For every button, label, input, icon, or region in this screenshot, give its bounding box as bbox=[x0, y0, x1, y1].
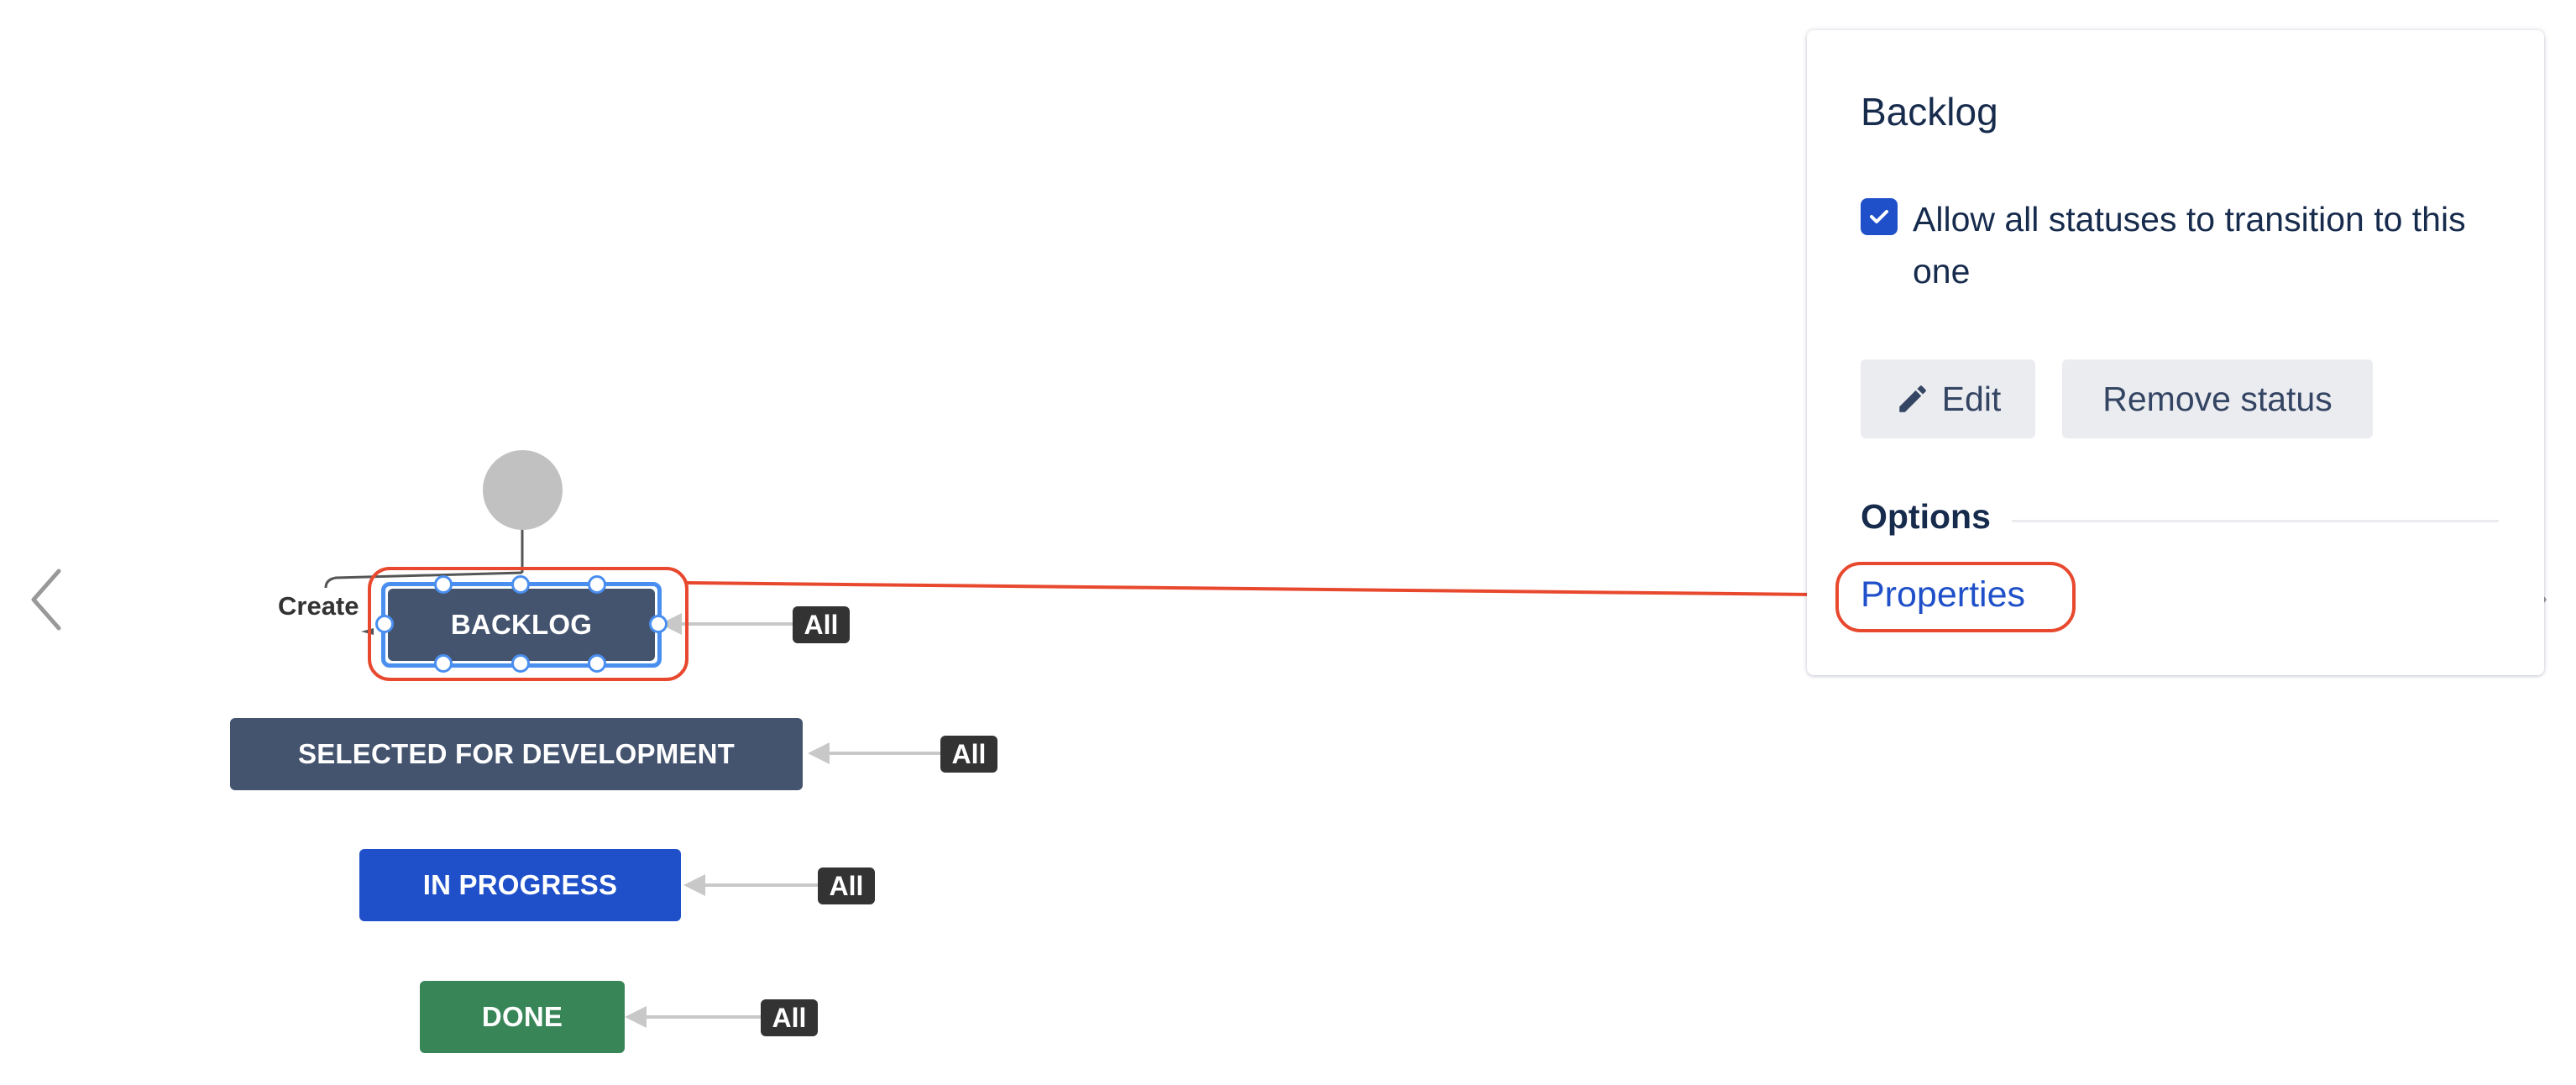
status-done[interactable]: DONE bbox=[420, 981, 625, 1053]
remove-status-button[interactable]: Remove status bbox=[2062, 359, 2373, 438]
remove-status-label: Remove status bbox=[2102, 379, 2333, 418]
edit-button[interactable]: Edit bbox=[1861, 359, 2035, 438]
all-arrow-sfd bbox=[808, 742, 830, 764]
checkmark-icon bbox=[1870, 210, 1888, 223]
badge-label: All bbox=[829, 870, 864, 901]
options-divider bbox=[2012, 520, 2499, 522]
status-backlog[interactable]: BACKLOG bbox=[388, 589, 655, 661]
create-transition-label[interactable]: Create bbox=[278, 591, 359, 621]
status-label: IN PROGRESS bbox=[422, 869, 618, 900]
resize-handle[interactable] bbox=[588, 575, 606, 594]
start-node[interactable] bbox=[483, 450, 563, 530]
pencil-icon bbox=[1898, 385, 1926, 412]
panel-title: Backlog bbox=[1861, 90, 1998, 134]
badge-label: All bbox=[951, 738, 987, 769]
status-in-progress[interactable]: IN PROGRESS bbox=[359, 849, 681, 921]
status-label: BACKLOG bbox=[450, 609, 593, 640]
all-transition-badge[interactable]: All bbox=[761, 999, 818, 1036]
status-label: DONE bbox=[481, 1001, 563, 1032]
badge-label: All bbox=[772, 1002, 807, 1033]
resize-handle[interactable] bbox=[511, 654, 530, 673]
badge-label: All bbox=[804, 609, 839, 640]
edit-button-label: Edit bbox=[1941, 379, 2002, 418]
allow-all-label[interactable]: Allow all statuses to transition to this… bbox=[1913, 193, 2500, 297]
all-transition-badge[interactable]: All bbox=[793, 606, 850, 643]
resize-handle[interactable] bbox=[511, 575, 530, 594]
allow-all-checkbox[interactable] bbox=[1861, 198, 1898, 235]
status-selected-for-development[interactable]: SELECTED FOR DEVELOPMENT bbox=[230, 718, 803, 790]
all-transition-badge[interactable]: All bbox=[818, 867, 875, 904]
resize-handle[interactable] bbox=[588, 654, 606, 673]
resize-handle[interactable] bbox=[434, 575, 453, 594]
properties-annotation-outline bbox=[1835, 562, 2076, 632]
all-arrow-in-progress bbox=[683, 874, 705, 896]
status-label: SELECTED FOR DEVELOPMENT bbox=[297, 738, 735, 769]
resize-handle[interactable] bbox=[649, 615, 668, 633]
resize-handle[interactable] bbox=[375, 615, 394, 633]
resize-handle[interactable] bbox=[434, 654, 453, 673]
chevron-left-icon[interactable] bbox=[29, 568, 64, 632]
annotation-arrow-line bbox=[686, 581, 1814, 596]
options-heading: Options bbox=[1861, 497, 1991, 536]
all-transition-badge[interactable]: All bbox=[940, 736, 997, 773]
all-arrow-done bbox=[625, 1006, 647, 1028]
